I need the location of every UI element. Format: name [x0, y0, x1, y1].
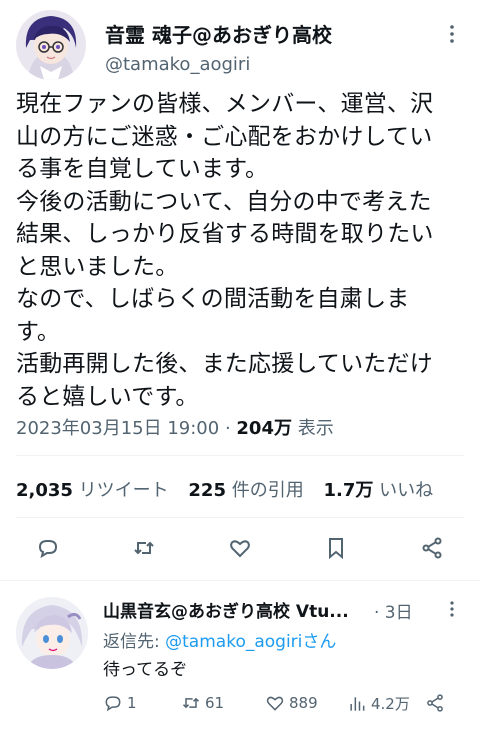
reply-text: 待ってるぞ	[103, 660, 188, 680]
tweet-text: 現在ファンの皆様、メンバー、運営、沢 山の方にご迷惑・ご心配をおかけしてい る事…	[16, 91, 434, 410]
share-button[interactable]	[416, 532, 448, 564]
reply-views-count: 4.2万	[371, 695, 410, 713]
reply-tweet[interactable]: 山黒音玄@あおぎり高校 Vtu... · 3日 返信先: @tamako_aog…	[0, 580, 480, 731]
like-button[interactable]	[224, 532, 256, 564]
bookmark-icon	[329, 538, 343, 560]
reply-share-button[interactable]	[425, 693, 449, 713]
retweet-icon	[182, 697, 200, 709]
reply-to-suffix: さん	[302, 632, 337, 652]
meta-separator: ·	[219, 418, 237, 439]
reply-action-bar: 1 61 889 4.2万	[103, 693, 453, 717]
retweet-icon	[134, 541, 154, 555]
views-count: 204万	[236, 418, 292, 439]
display-name[interactable]: 音霊 魂子@あおぎり高校	[105, 23, 332, 47]
reply-avatar[interactable]	[16, 597, 88, 669]
retweets-count: 2,035	[16, 480, 73, 501]
like-icon	[230, 540, 250, 558]
reply-icon	[105, 696, 121, 712]
reply-replies-count: 1	[127, 694, 137, 712]
author-name[interactable]: 音霊 魂子@あおぎり高校	[105, 19, 332, 48]
bookmark-button[interactable]	[320, 532, 352, 564]
quotes-count: 225	[188, 480, 226, 501]
reply-views-button[interactable]: 4.2万	[347, 693, 410, 714]
tweet-stats: 2,035 リツイート 225 件の引用 1.7万 いいね	[16, 476, 447, 502]
like-icon	[266, 696, 284, 711]
tweet-meta: 2023年03月15日 19:00 · 204万 表示	[16, 414, 334, 440]
divider	[16, 455, 464, 456]
author-avatar[interactable]	[16, 10, 86, 80]
reply-to-prefix: 返信先:	[103, 632, 166, 652]
reply-retweet-button[interactable]: 61	[181, 693, 224, 713]
reply-icon	[38, 540, 58, 559]
quotes-stat[interactable]: 225 件の引用	[188, 480, 303, 501]
reply-like-button[interactable]: 889	[265, 693, 318, 713]
retweets-label: リツイート	[72, 480, 169, 501]
share-icon	[422, 537, 442, 559]
share-icon	[427, 694, 443, 712]
reply-reply-button[interactable]: 1	[103, 693, 137, 713]
reply-to: 返信先: @tamako_aogiriさん	[103, 627, 336, 652]
quotes-label: 件の引用	[225, 480, 304, 501]
author-handle[interactable]: @tamako_aogiri	[105, 54, 250, 75]
reply-time[interactable]: · 3日	[374, 598, 413, 623]
reply-display-name[interactable]: 山黒音玄@あおぎり高校 Vtu...	[103, 597, 349, 622]
likes-stat[interactable]: 1.7万 いいね	[323, 480, 433, 501]
retweet-button[interactable]	[128, 532, 160, 564]
reply-to-mention[interactable]: @tamako_aogiri	[165, 632, 302, 652]
reply-more-icon[interactable]	[446, 600, 458, 618]
action-bar	[0, 528, 480, 568]
reply-button[interactable]	[32, 532, 64, 564]
retweets-stat[interactable]: 2,035 リツイート	[16, 480, 169, 501]
reply-retweets-count: 61	[205, 694, 225, 712]
likes-label: いいね	[373, 480, 434, 501]
more-options-icon[interactable]	[444, 24, 460, 44]
views-label: 表示	[291, 418, 334, 439]
reply-likes-count: 889	[289, 694, 318, 712]
tweet-timestamp[interactable]: 2023年03月15日 19:00	[16, 418, 219, 439]
likes-count: 1.7万	[323, 480, 374, 501]
divider	[16, 517, 464, 518]
views-icon	[350, 696, 365, 711]
